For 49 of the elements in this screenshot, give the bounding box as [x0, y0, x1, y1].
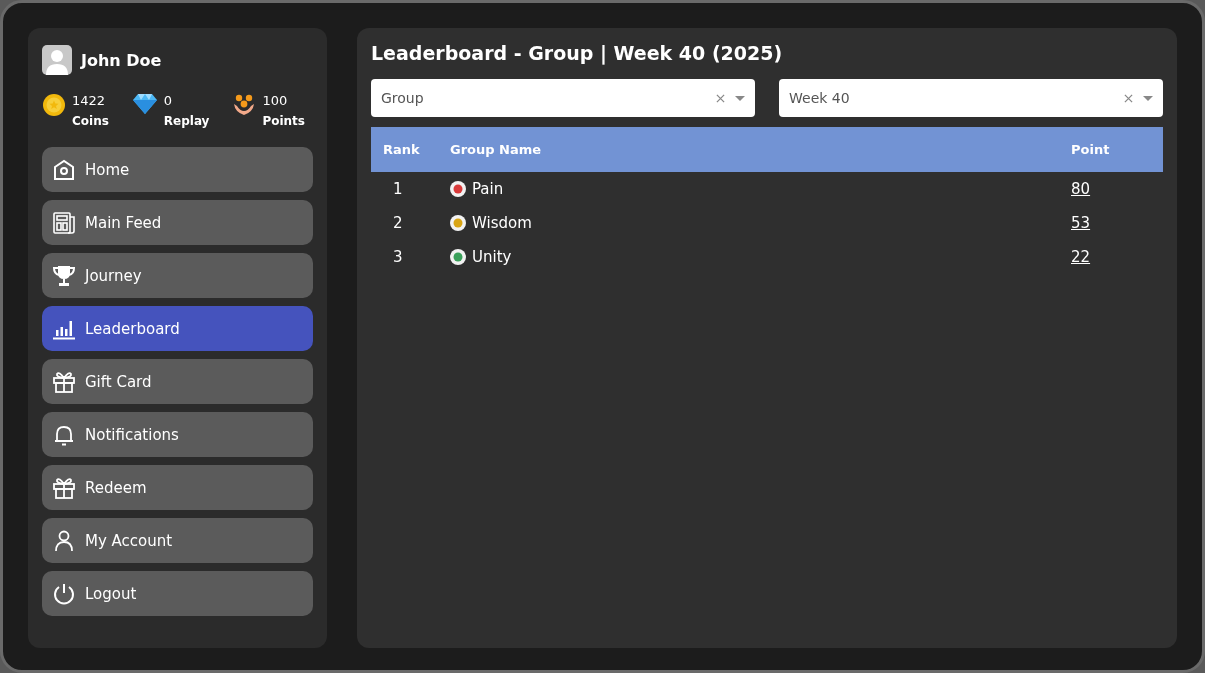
nav-item[interactable]: Leaderboard: [42, 306, 313, 351]
select-field[interactable]: Group: [371, 79, 755, 117]
diamond-icon: [131, 93, 158, 115]
stat-value: 100: [262, 93, 289, 108]
coins-in-hands-icon: [232, 93, 257, 117]
nav-item[interactable]: Main Feed: [42, 200, 313, 245]
select-field[interactable]: Week 40: [779, 79, 1163, 117]
stat-value: 0: [163, 93, 174, 108]
group-badge-icon: [450, 181, 466, 197]
point-link[interactable]: 22: [1066, 248, 1163, 266]
group-name-cell: Unity: [472, 248, 512, 266]
nav-item[interactable]: Notifications: [42, 412, 313, 457]
user-name: John Doe: [81, 50, 162, 70]
column-header: Group Name: [450, 142, 543, 157]
newspaper-icon: [52, 210, 76, 235]
gift-icon: [52, 475, 76, 500]
column-header: Point: [1071, 142, 1111, 157]
clear-icon[interactable]: [1124, 93, 1133, 103]
stat-label: Replay: [163, 114, 210, 128]
rank-cell-text: 1: [392, 180, 404, 198]
nav-item[interactable]: Gift Card: [42, 359, 313, 404]
stat-label: Points: [262, 114, 305, 128]
column-header: Rank: [382, 142, 421, 157]
rank-cell-text: 2: [392, 214, 404, 232]
dropdown-icon[interactable]: [735, 95, 745, 101]
nav-item[interactable]: Journey: [42, 253, 313, 298]
group-badge-icon: [450, 215, 466, 231]
stat-value: 1422: [72, 93, 107, 108]
power-icon: [52, 581, 76, 606]
dropdown-icon[interactable]: [1143, 95, 1153, 101]
point-link[interactable]: 80: [1066, 180, 1163, 198]
trophy-icon: [52, 263, 76, 288]
home-icon: [52, 157, 76, 182]
rank-cell-text: 3: [392, 248, 404, 266]
nav-item[interactable]: Logout: [42, 571, 313, 616]
nav-item[interactable]: Home: [42, 147, 313, 192]
group-badge-icon: [450, 249, 466, 265]
group-name-cell: Pain: [472, 180, 504, 198]
coin-icon: [42, 93, 66, 117]
clear-icon[interactable]: [716, 93, 725, 103]
page-title: Leaderboard - Group | Week 40 (2025): [371, 42, 784, 64]
stat-label: Coins: [72, 114, 109, 128]
user-icon: [52, 528, 76, 553]
nav-item[interactable]: My Account: [42, 518, 313, 563]
group-name-cell: Wisdom: [472, 214, 532, 232]
nav-item[interactable]: Redeem: [42, 465, 313, 510]
gift-icon: [52, 369, 76, 394]
avatar-icon: [42, 45, 72, 75]
point-link[interactable]: 53: [1066, 214, 1163, 232]
